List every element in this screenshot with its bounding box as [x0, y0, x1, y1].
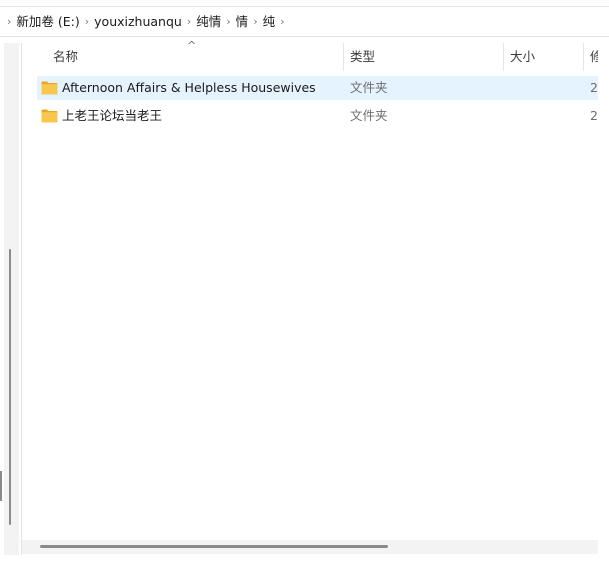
column-header-size-label: 大小 [510, 49, 536, 64]
folder-icon [41, 109, 58, 123]
pane-splitter-mark[interactable] [0, 471, 2, 501]
navigation-pane [0, 43, 20, 555]
breadcrumb-item-drive[interactable]: 新加卷 (E:) [15, 7, 80, 36]
navigation-pane-scroll-thumb[interactable] [9, 249, 11, 525]
breadcrumb: › 新加卷 (E:) › youxizhuanqu › 纯情 › 情 › 纯 › [3, 7, 289, 36]
file-row-folder[interactable]: 上老王论坛当老王 文件夹 2 [37, 104, 599, 128]
breadcrumb-leading-chevron[interactable]: › [3, 7, 15, 36]
breadcrumb-separator[interactable]: › [183, 7, 195, 36]
breadcrumb-item-youxizhuanqu[interactable]: youxizhuanqu [93, 7, 183, 36]
breadcrumb-separator[interactable]: › [222, 7, 234, 36]
breadcrumb-trailing-chevron[interactable]: › [276, 7, 288, 36]
breadcrumb-separator[interactable]: › [81, 7, 93, 36]
sort-ascending-icon: ^ [187, 39, 197, 52]
file-row-folder[interactable]: Afternoon Affairs & Helpless Housewives … [37, 76, 599, 100]
column-header-size[interactable]: 大小 [504, 43, 584, 71]
file-name: Afternoon Affairs & Helpless Housewives [62, 80, 316, 95]
column-header-type-label: 类型 [350, 49, 376, 64]
breadcrumb-separator[interactable]: › [249, 7, 261, 36]
file-explorer-window: › 新加卷 (E:) › youxizhuanqu › 纯情 › 情 › 纯 ›… [0, 0, 609, 563]
window-right-edge [598, 43, 609, 555]
column-header-type[interactable]: 类型 [344, 43, 504, 71]
breadcrumb-item-chunqing[interactable]: 纯情 [195, 7, 222, 36]
file-type: 文件夹 [350, 80, 388, 95]
column-header-row: 名称 ^ 类型 大小 修 [22, 39, 603, 71]
navigation-pane-scrollbar[interactable] [4, 43, 19, 555]
horizontal-scroll-thumb[interactable] [40, 545, 388, 548]
file-list-pane: 名称 ^ 类型 大小 修 Afternoon Affairs & Helples… [21, 39, 603, 555]
horizontal-scrollbar[interactable] [22, 540, 599, 554]
file-type: 文件夹 [350, 108, 388, 123]
file-name: 上老王论坛当老王 [62, 108, 163, 123]
column-header-name-label: 名称 [53, 49, 79, 64]
folder-icon [41, 81, 58, 95]
breadcrumb-item-qing[interactable]: 情 [235, 7, 250, 36]
address-bar[interactable]: › 新加卷 (E:) › youxizhuanqu › 纯情 › 情 › 纯 › [0, 6, 609, 37]
breadcrumb-item-chun[interactable]: 纯 [262, 7, 277, 36]
